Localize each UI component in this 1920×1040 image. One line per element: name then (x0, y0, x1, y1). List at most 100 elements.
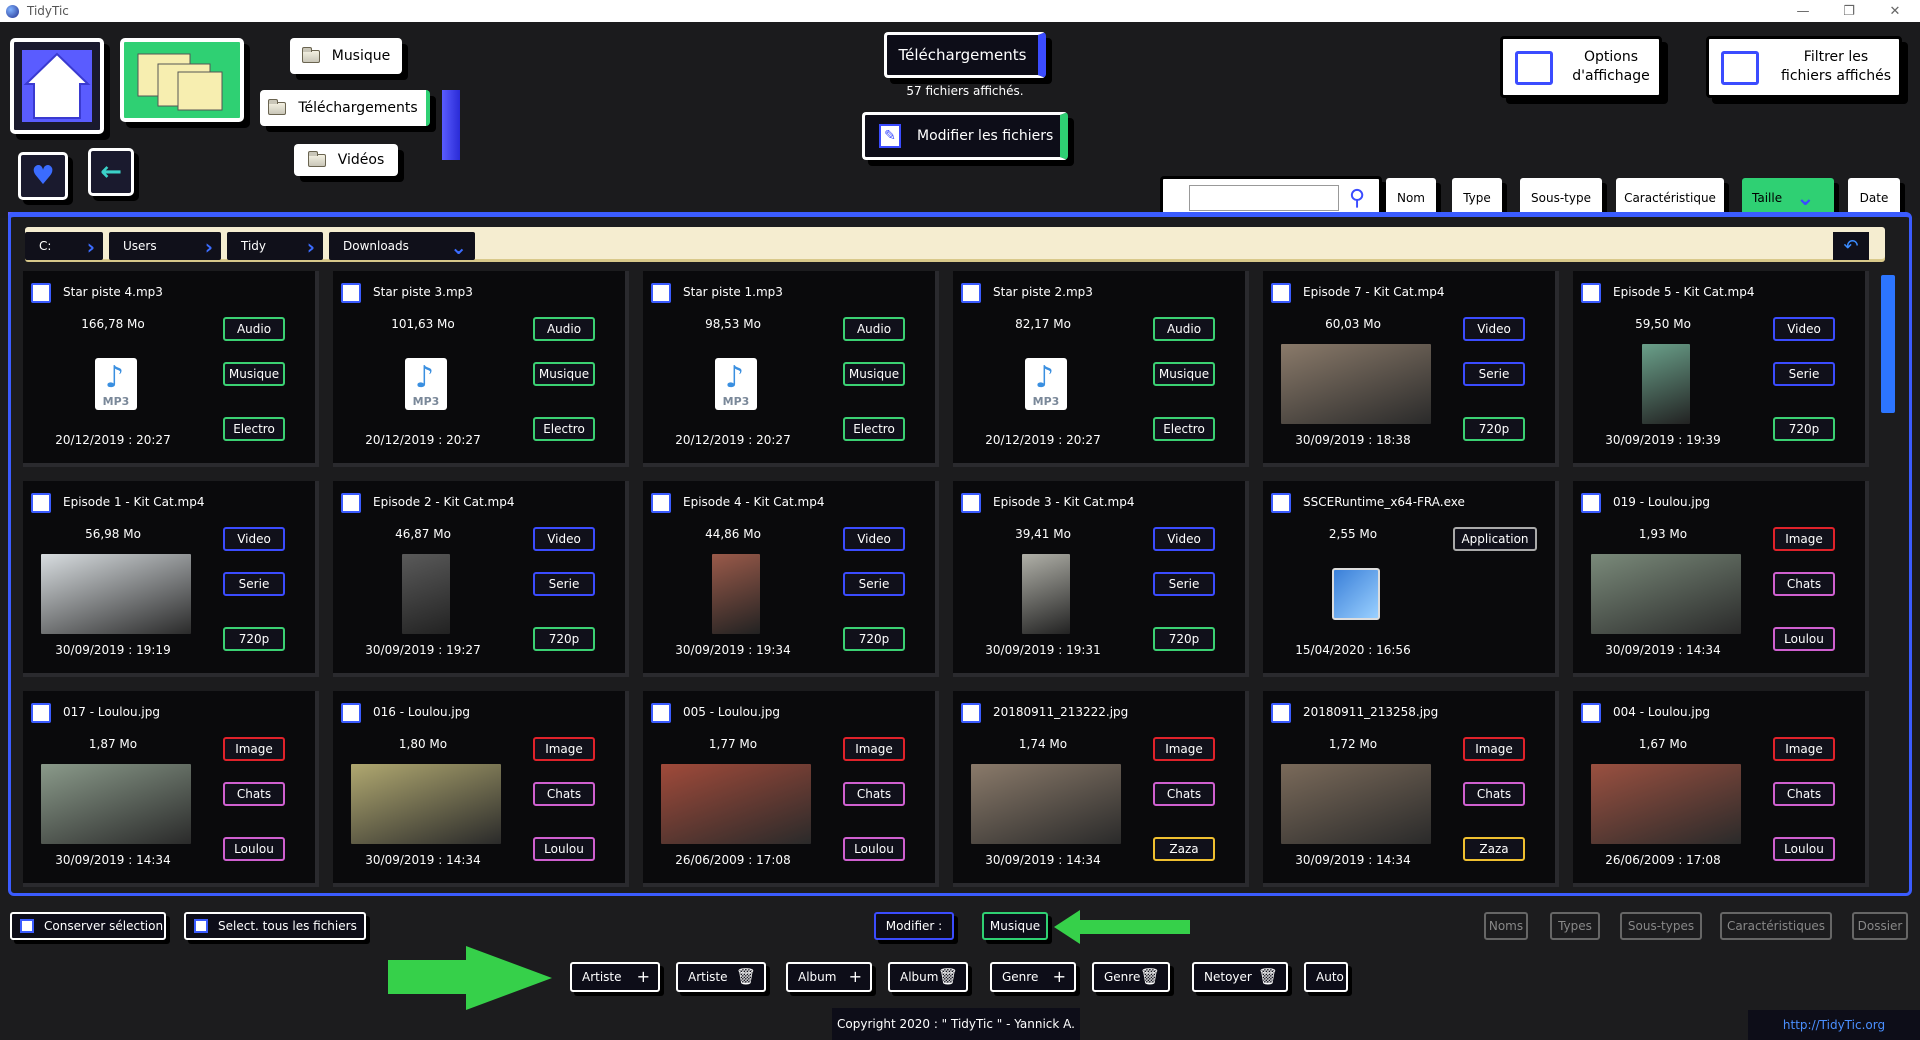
file-card[interactable]: Episode 4 - Kit Cat.mp4 44,86 Mo 30/09/201… (643, 481, 939, 677)
file-card[interactable]: Episode 7 - Kit Cat.mp4 60,03 Mo 30/09/201… (1263, 271, 1559, 467)
select-checkbox[interactable] (31, 283, 51, 303)
file-tag[interactable]: Serie (1773, 362, 1835, 386)
file-tag[interactable]: 720p (843, 627, 905, 651)
select-checkbox[interactable] (1271, 283, 1291, 303)
file-card[interactable]: 016 - Loulou.jpg 1,80 Mo 30/09/2019 : 14:3… (333, 691, 629, 887)
restore-button[interactable]: ❐ (1826, 0, 1872, 22)
file-tag[interactable]: Loulou (843, 837, 905, 861)
file-tag[interactable]: Audio (843, 317, 905, 341)
file-card[interactable]: Star piste 3.mp3 101,63 Mo ♪ MP3 20/12/2019 … (333, 271, 629, 467)
select-checkbox[interactable] (651, 283, 671, 303)
current-folder-button[interactable]: Téléchargements (884, 32, 1046, 78)
file-tag[interactable]: Loulou (1773, 837, 1835, 861)
modifier-musique-button[interactable]: Musique (982, 912, 1048, 940)
file-card[interactable]: SSCERuntime_x64-FRA.exe 2,55 Mo 15/04/2020… (1263, 481, 1559, 677)
nav-musique[interactable]: Musique (290, 38, 402, 74)
file-tag[interactable]: Electro (223, 417, 285, 441)
nav-videos[interactable]: Vidéos (294, 144, 398, 176)
file-tag[interactable]: Musique (843, 362, 905, 386)
select-checkbox[interactable] (961, 283, 981, 303)
favorites-button[interactable]: ♥ (18, 152, 68, 200)
file-tag[interactable]: Loulou (223, 837, 285, 861)
select-checkbox[interactable] (1581, 283, 1601, 303)
file-tag[interactable]: 720p (223, 627, 285, 651)
file-tag[interactable]: Loulou (533, 837, 595, 861)
back-button[interactable]: ← (88, 148, 134, 196)
file-tag[interactable]: Video (223, 527, 285, 551)
select-checkbox[interactable] (341, 703, 361, 723)
file-tag[interactable]: Serie (1153, 572, 1215, 596)
file-tag[interactable]: Chats (1153, 782, 1215, 806)
action-button-genre-add[interactable]: Genre + (990, 962, 1076, 992)
select-checkbox[interactable] (1271, 493, 1291, 513)
file-tag[interactable]: Zaza (1153, 837, 1215, 861)
file-tag[interactable]: Image (1773, 737, 1835, 761)
action-button-netoyer-clear[interactable]: Netoyer 🗑 (1192, 962, 1288, 992)
modify-files-button[interactable]: ✎ Modifier les fichiers (862, 112, 1068, 160)
select-checkbox[interactable] (961, 493, 981, 513)
file-tag[interactable]: Musique (223, 362, 285, 386)
file-card[interactable]: 004 - Loulou.jpg 1,67 Mo 26/06/2009 : 17:0… (1573, 691, 1869, 887)
select-checkbox[interactable] (1581, 493, 1601, 513)
file-tag[interactable]: Image (533, 737, 595, 761)
file-tag[interactable]: Video (1463, 317, 1525, 341)
select-checkbox[interactable] (651, 703, 671, 723)
soustypes-button[interactable]: Sous-types (1620, 912, 1702, 940)
scrollbar-thumb[interactable] (1881, 275, 1895, 413)
file-card[interactable]: 019 - Loulou.jpg 1,93 Mo 30/09/2019 : 14:3… (1573, 481, 1869, 677)
select-checkbox[interactable] (961, 703, 981, 723)
file-card[interactable]: Episode 3 - Kit Cat.mp4 39,41 Mo 30/09/201… (953, 481, 1249, 677)
file-tag[interactable]: Video (533, 527, 595, 551)
file-card[interactable]: Episode 1 - Kit Cat.mp4 56,98 Mo 30/09/201… (23, 481, 319, 677)
file-tag[interactable]: Audio (223, 317, 285, 341)
file-tag[interactable]: Video (843, 527, 905, 551)
noms-button[interactable]: Noms (1484, 912, 1528, 940)
nav-telechargements[interactable]: Téléchargements (260, 90, 430, 126)
folders-button[interactable] (120, 38, 244, 122)
select-checkbox[interactable] (31, 703, 51, 723)
file-tag[interactable]: Video (1153, 527, 1215, 551)
file-tag[interactable]: Serie (223, 572, 285, 596)
file-tag[interactable]: Image (1463, 737, 1525, 761)
file-tag[interactable]: Loulou (1773, 627, 1835, 651)
breadcrumb-c[interactable]: C: › (25, 232, 103, 260)
file-tag[interactable]: Serie (843, 572, 905, 596)
file-tag[interactable]: Musique (533, 362, 595, 386)
caracteristiques-button[interactable]: Caractéristiques (1720, 912, 1832, 940)
close-button[interactable]: ✕ (1872, 0, 1918, 22)
file-tag[interactable]: Video (1773, 317, 1835, 341)
refresh-button[interactable]: ↶ (1833, 232, 1869, 260)
file-card[interactable]: 005 - Loulou.jpg 1,77 Mo 26/06/2009 : 17:0… (643, 691, 939, 887)
file-card[interactable]: 017 - Loulou.jpg 1,87 Mo 30/09/2019 : 14:3… (23, 691, 319, 887)
home-button[interactable] (10, 38, 104, 134)
dossier-button[interactable]: Dossier (1852, 912, 1908, 940)
file-tag[interactable]: Audio (533, 317, 595, 341)
action-button-album-clear[interactable]: Album 🗑 (888, 962, 968, 992)
file-tag[interactable]: Image (223, 737, 285, 761)
file-tag[interactable]: Image (1153, 737, 1215, 761)
file-tag[interactable]: Chats (223, 782, 285, 806)
action-button-auto[interactable]: Auto (1304, 962, 1348, 992)
file-card[interactable]: Episode 5 - Kit Cat.mp4 59,50 Mo 30/09/201… (1573, 271, 1869, 467)
file-tag[interactable]: Musique (1153, 362, 1215, 386)
select-checkbox[interactable] (341, 283, 361, 303)
file-tag[interactable]: 720p (1463, 417, 1525, 441)
file-tag[interactable]: 720p (1773, 417, 1835, 441)
file-tag[interactable]: Chats (1773, 572, 1835, 596)
website-link[interactable]: http://TidyTic.org (1748, 1010, 1920, 1040)
action-button-album-add[interactable]: Album + (786, 962, 872, 992)
file-card[interactable]: Star piste 4.mp3 166,78 Mo ♪ MP3 20/12/2019 … (23, 271, 319, 467)
file-tag[interactable]: Image (1773, 527, 1835, 551)
file-tag[interactable]: 720p (1153, 627, 1215, 651)
select-checkbox[interactable] (31, 493, 51, 513)
file-tag[interactable]: Audio (1153, 317, 1215, 341)
file-tag[interactable]: Zaza (1463, 837, 1525, 861)
file-tag[interactable]: 720p (533, 627, 595, 651)
file-card[interactable]: Star piste 1.mp3 98,53 Mo ♪ MP3 20/12/2019 :… (643, 271, 939, 467)
file-tag[interactable]: Electro (1153, 417, 1215, 441)
select-all-button[interactable]: Select. tous les fichiers (184, 912, 366, 940)
action-button-artiste-add[interactable]: Artiste + (570, 962, 660, 992)
breadcrumb-downloads[interactable]: Downloads ⌄ (329, 232, 475, 260)
breadcrumb-users[interactable]: Users › (109, 232, 221, 260)
file-card[interactable]: Episode 2 - Kit Cat.mp4 46,87 Mo 30/09/201… (333, 481, 629, 677)
